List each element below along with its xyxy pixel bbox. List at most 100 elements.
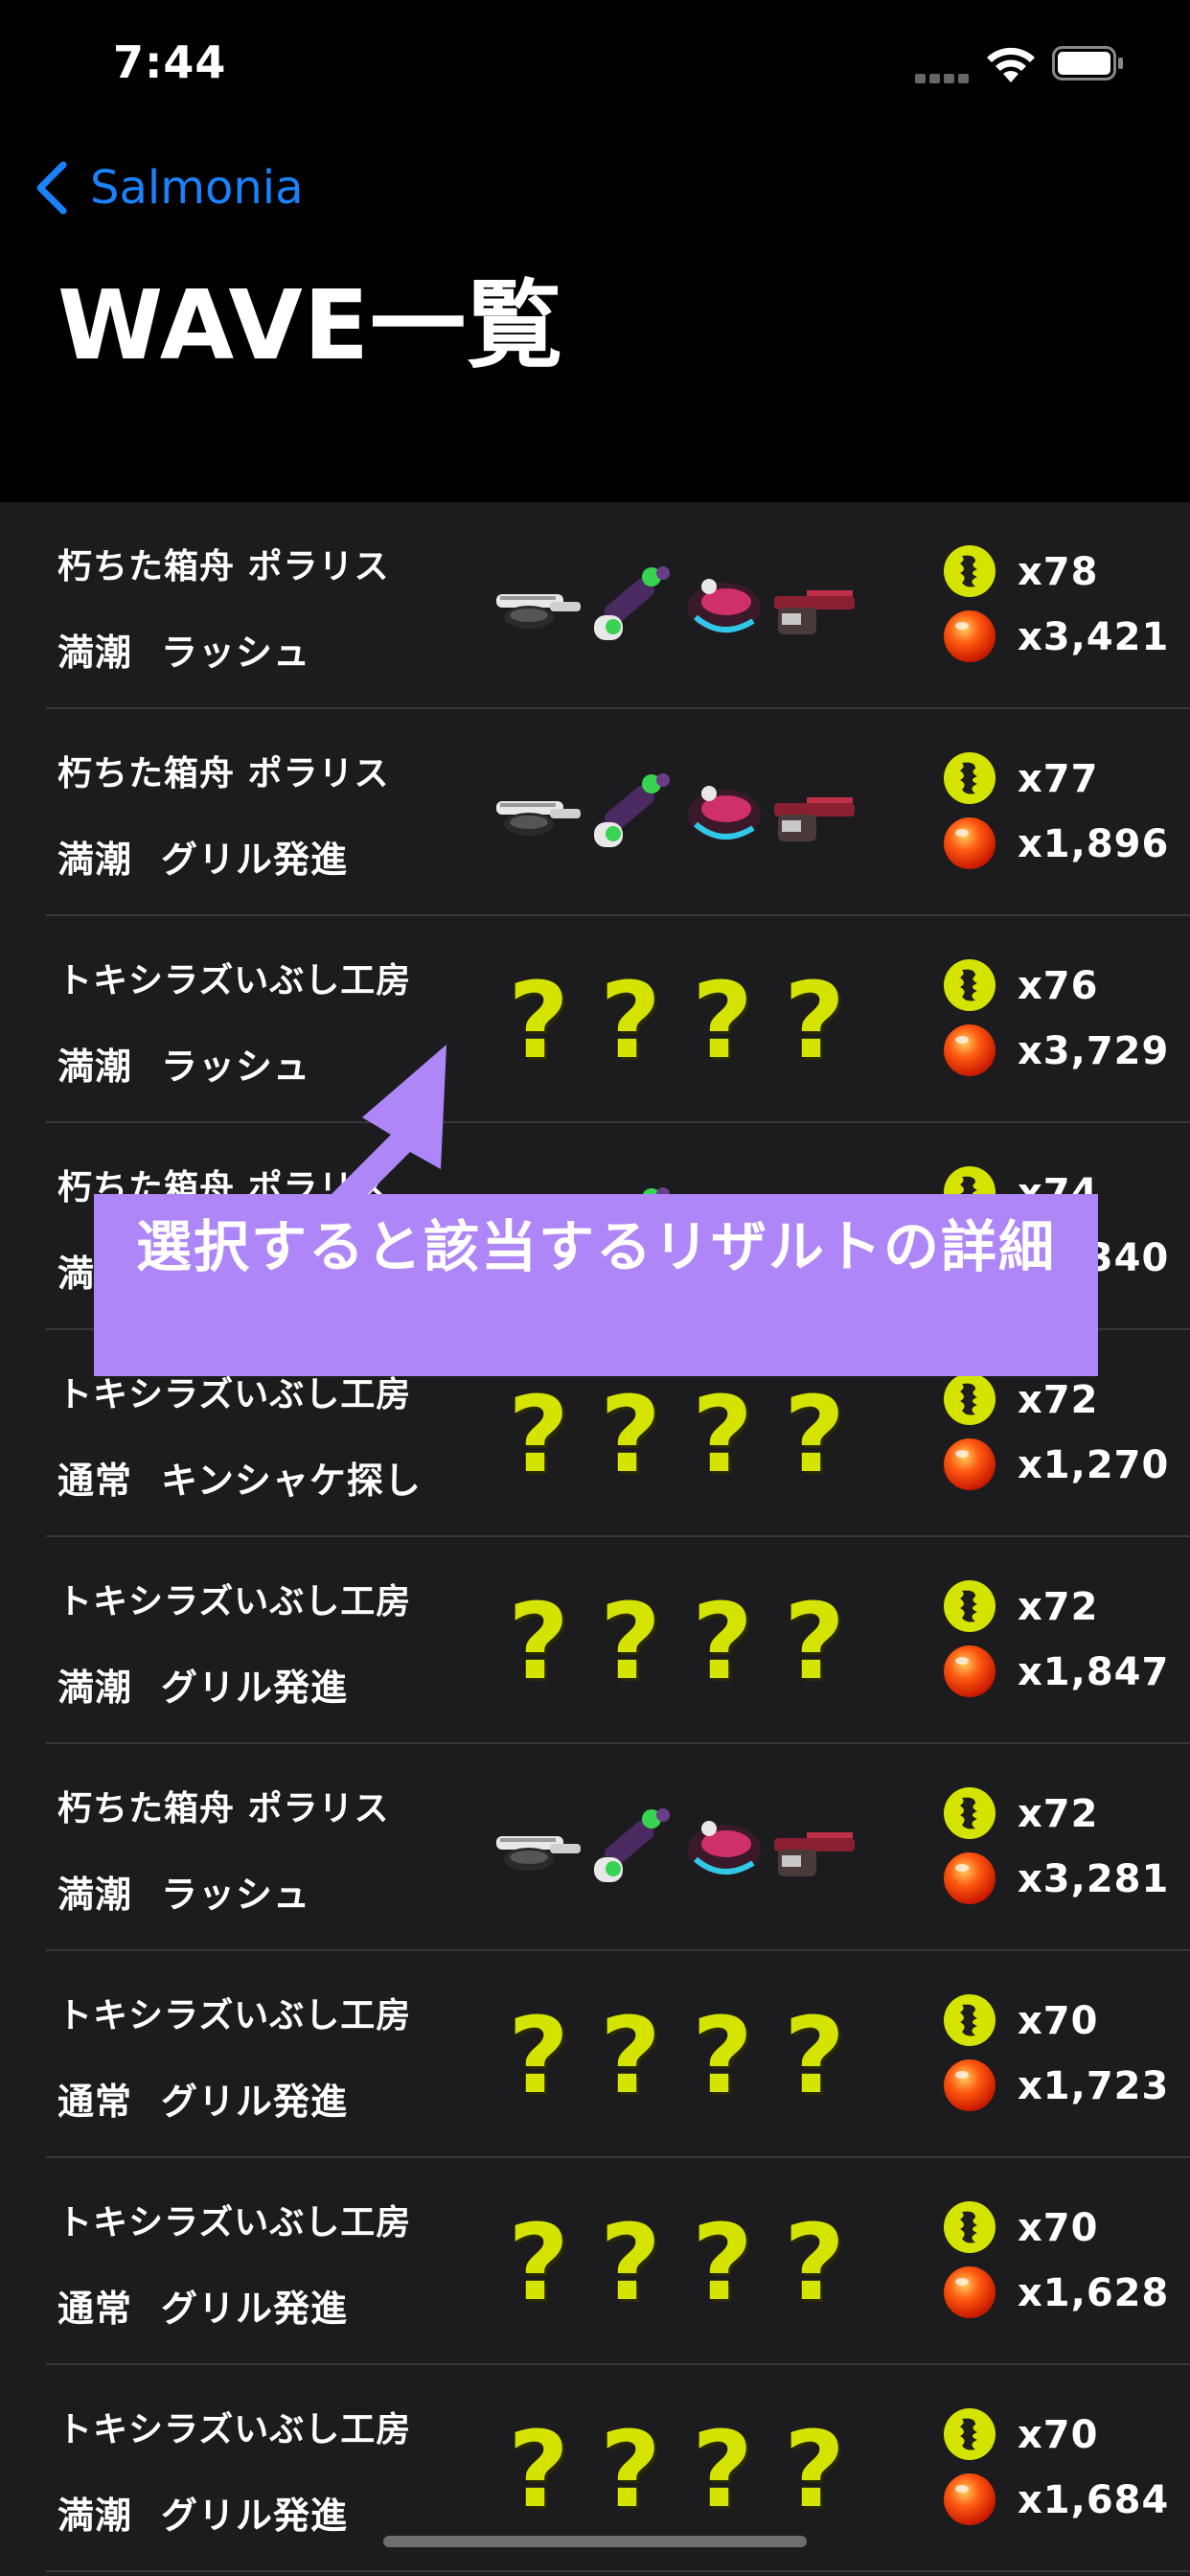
weapon-list: ???? (492, 1589, 857, 1694)
wave-event: 満潮 グリル発進 (57, 830, 348, 883)
wave-event: 通常 グリル発進 (57, 2279, 348, 2332)
back-button-label: Salmonia (90, 161, 304, 215)
event-type: グリル発進 (161, 2288, 349, 2330)
wave-list[interactable]: 朽ちた箱舟 ポラリス 満潮 ラッシュ x78 x3,421 朽ちた箱舟 ポラリス … (0, 502, 1190, 2576)
unknown-weapon-icon: ? (600, 1580, 661, 1703)
unknown-weapon-icon: ? (600, 2201, 661, 2324)
wifi-icon (987, 47, 1035, 82)
unknown-weapon-icon: ? (692, 959, 753, 1082)
weapon-list: ???? (492, 2210, 857, 2315)
tide-level: 満潮 (57, 1874, 133, 1916)
weapon-list (492, 558, 857, 654)
golden-egg-icon (944, 2201, 995, 2253)
power-egg-icon (944, 2059, 995, 2111)
weapon-list: ???? (492, 2003, 857, 2108)
weapon-icon (584, 558, 676, 654)
row-divider (46, 2570, 1190, 2572)
wave-event: 満潮 グリル発進 (57, 2486, 348, 2539)
weapon-icon (584, 1800, 676, 1896)
power-egg-count: x1,270 (1018, 1443, 1170, 1487)
wave-row[interactable]: 朽ちた箱舟 ポラリス 満潮 ラッシュ x78 x3,421 (0, 502, 1190, 709)
cellular-signal-icon (915, 72, 973, 83)
wave-row[interactable]: トキシラズいぶし工房 通常 グリル発進 ???? x70 x1,723 (0, 1951, 1190, 2158)
unknown-weapon-icon: ? (784, 1373, 845, 1496)
golden-egg-icon (944, 1580, 995, 1632)
power-egg-count: x3,421 (1018, 615, 1170, 659)
golden-egg-icon (944, 752, 995, 804)
stage-name: 朽ちた箱舟 ポラリス (57, 547, 390, 586)
power-egg-icon (944, 1852, 995, 1904)
unknown-weapon-icon: ? (600, 1994, 661, 2117)
back-button[interactable]: Salmonia (33, 153, 304, 222)
unknown-weapon-icon: ? (508, 1373, 569, 1496)
power-egg-icon (944, 2473, 995, 2525)
wave-row[interactable]: トキシラズいぶし工房 満潮 ラッシュ ???? x76 x3,729 (0, 916, 1190, 1123)
stage-name: トキシラズいぶし工房 (57, 1582, 412, 1622)
weapon-icon (768, 558, 860, 654)
golden-egg-count: x72 (1018, 1585, 1099, 1629)
wave-event: 満潮 グリル発進 (57, 1658, 348, 1711)
event-type: ラッシュ (161, 1046, 311, 1088)
golden-egg-count: x70 (1018, 1999, 1099, 2043)
weapon-icon (492, 558, 584, 654)
tide-level: 満潮 (57, 1046, 133, 1088)
unknown-weapon-icon: ? (508, 2408, 569, 2531)
status-bar: 7:44 (0, 0, 1190, 125)
stage-name: トキシラズいぶし工房 (57, 2203, 412, 2242)
annotation-callout: 選択すると該当するリザルトの詳細 (94, 1194, 1098, 1376)
unknown-weapon-icon: ? (600, 2408, 661, 2531)
weapon-list (492, 1800, 857, 1896)
golden-egg-icon (944, 1787, 995, 1839)
wave-row[interactable]: 朽ちた箱舟 ポラリス 満潮 ラッシュ x72 x3,281 (0, 1744, 1190, 1951)
golden-egg-count: x76 (1018, 964, 1099, 1008)
wave-event: 満潮 ラッシュ (57, 1865, 310, 1918)
power-egg-count: x1,684 (1018, 2478, 1170, 2522)
status-time: 7:44 (113, 36, 227, 88)
wave-row[interactable]: トキシラズいぶし工房 通常 グリル発進 ???? x70 x1,628 (0, 2158, 1190, 2365)
wave-event: 通常 グリル発進 (57, 2072, 348, 2125)
stage-name: トキシラズいぶし工房 (57, 2410, 412, 2450)
power-egg-icon (944, 1645, 995, 1697)
wave-event: 通常 キンシャケ探し (57, 1451, 422, 1504)
wave-row[interactable]: トキシラズいぶし工房 満潮 グリル発進 ???? x72 x1,847 (0, 1537, 1190, 1744)
home-indicator (383, 2536, 807, 2547)
tide-level: 通常 (57, 2288, 133, 2330)
tide-level: 満潮 (57, 1667, 133, 1709)
unknown-weapon-icon: ? (784, 1994, 845, 2117)
unknown-weapon-icon: ? (784, 959, 845, 1082)
tide-level: 満潮 (57, 632, 133, 674)
wave-event: 満潮 ラッシュ (57, 1037, 310, 1090)
weapon-icon (768, 765, 860, 861)
golden-egg-icon (944, 959, 995, 1011)
annotation-arrow-icon (326, 1045, 446, 1217)
weapon-icon (676, 765, 768, 861)
unknown-weapon-icon: ? (784, 2408, 845, 2531)
unknown-weapon-icon: ? (692, 2201, 753, 2324)
power-egg-count: x1,628 (1018, 2271, 1170, 2315)
chevron-left-icon (36, 161, 67, 215)
golden-egg-count: x72 (1018, 1792, 1099, 1836)
event-type: キンシャケ探し (161, 1460, 422, 1502)
event-type: グリル発進 (161, 2495, 349, 2537)
golden-egg-count: x70 (1018, 2413, 1099, 2457)
power-egg-icon (944, 610, 995, 662)
golden-egg-count: x72 (1018, 1378, 1099, 1422)
power-egg-icon (944, 1438, 995, 1490)
page-title: WAVE一覧 (57, 269, 564, 381)
stage-name: 朽ちた箱舟 ポラリス (57, 1789, 390, 1828)
unknown-weapon-icon: ? (600, 959, 661, 1082)
golden-egg-icon (944, 1373, 995, 1425)
weapon-list: ???? (492, 1382, 857, 1487)
tide-level: 満潮 (57, 2495, 133, 2537)
event-type: ラッシュ (161, 1874, 311, 1916)
unknown-weapon-icon: ? (692, 1373, 753, 1496)
event-type: グリル発進 (161, 839, 349, 881)
event-type: グリル発進 (161, 1667, 349, 1709)
wave-row[interactable]: 朽ちた箱舟 ポラリス 満潮 グリル発進 x77 x1,896 (0, 709, 1190, 916)
weapon-list: ???? (492, 2417, 857, 2522)
power-egg-count: x1,723 (1018, 2064, 1170, 2108)
unknown-weapon-icon: ? (600, 1373, 661, 1496)
power-egg-icon (944, 1024, 995, 1076)
battery-icon (1052, 46, 1123, 80)
stage-name: トキシラズいぶし工房 (57, 1996, 412, 2036)
